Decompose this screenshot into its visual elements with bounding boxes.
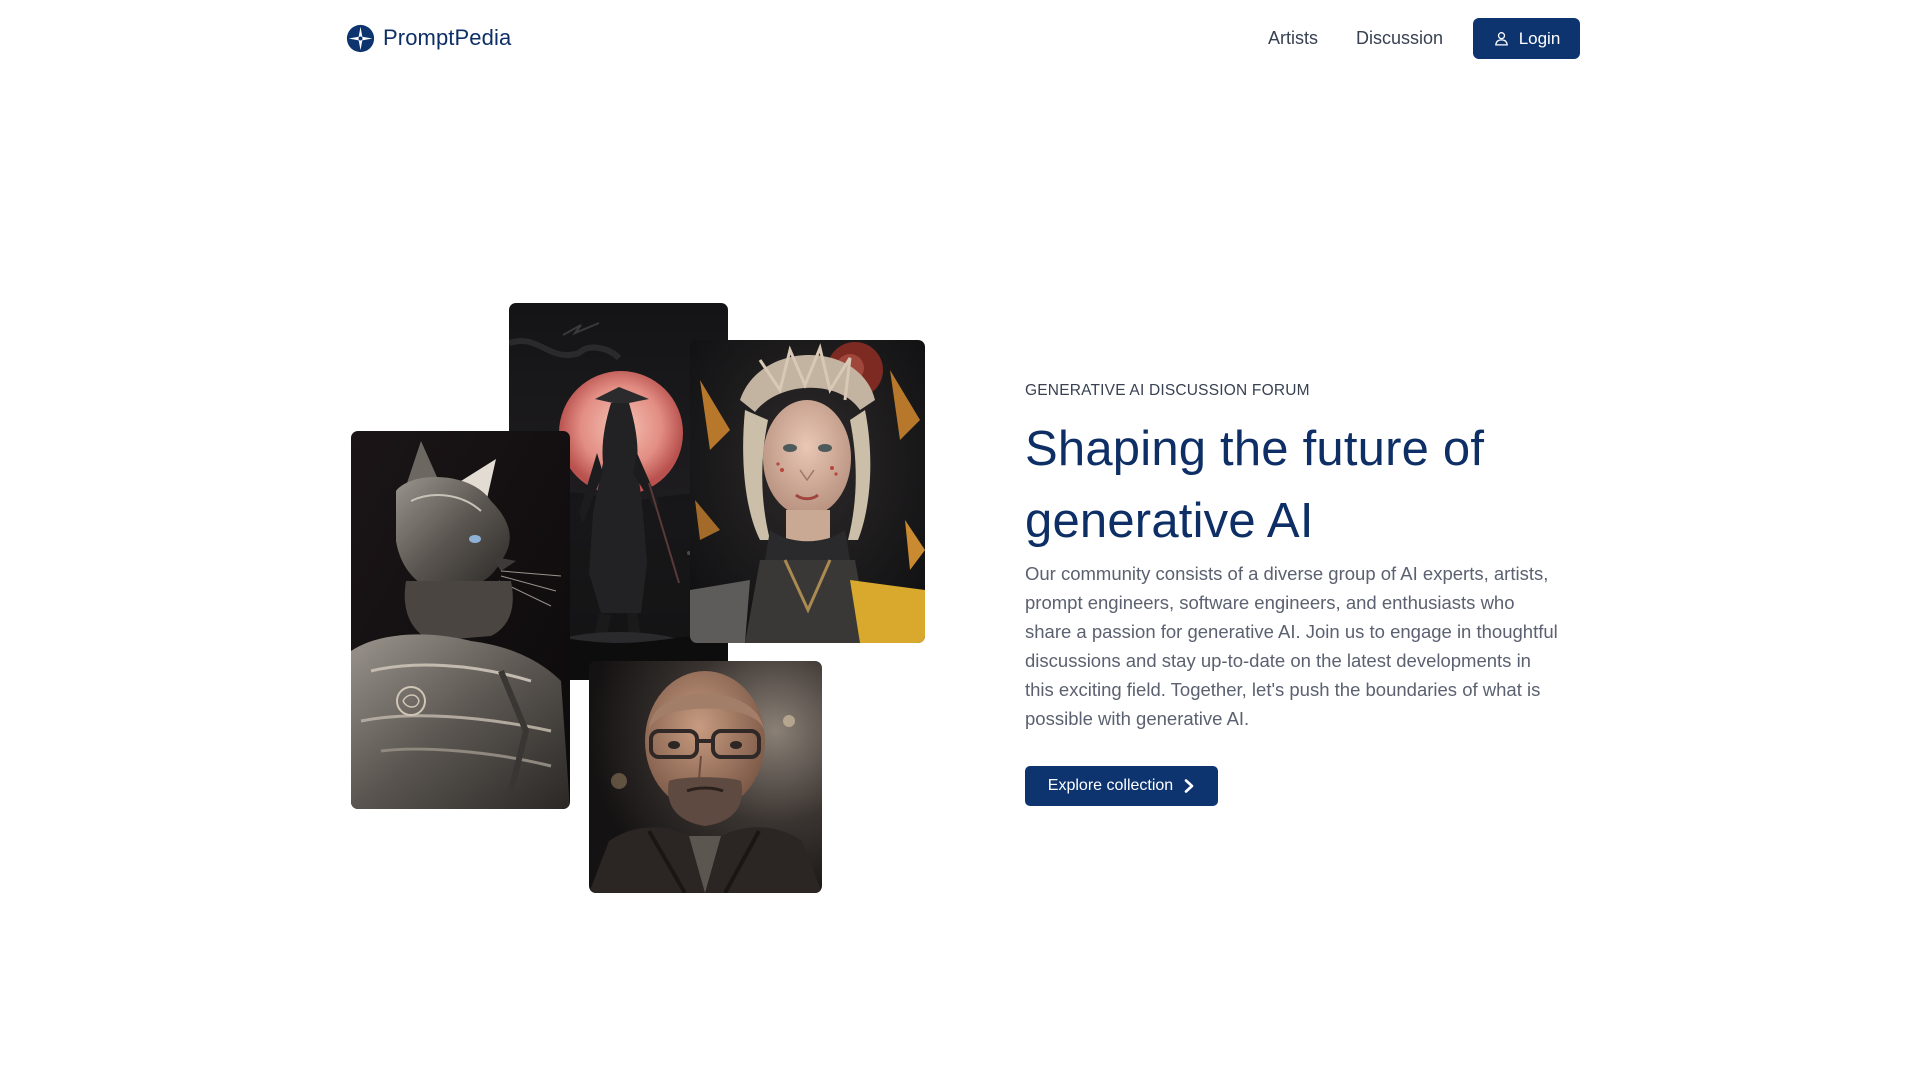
armored-cat-image[interactable]	[351, 431, 570, 809]
flower-crown-woman-artwork	[690, 340, 925, 643]
login-button[interactable]: Login	[1473, 18, 1580, 59]
explore-collection-label: Explore collection	[1047, 777, 1174, 794]
hero-section: GENERATIVE AI DISCUSSION FORUM Shaping t…	[1025, 382, 1565, 806]
login-label: Login	[1518, 28, 1561, 48]
explore-collection-button[interactable]: Explore collection	[1025, 766, 1218, 806]
bearded-man-image[interactable]	[589, 661, 822, 893]
main-nav: Artists Discussion Login	[1268, 18, 1580, 59]
bearded-man-portrait	[589, 661, 822, 893]
chevron-right-icon	[1184, 779, 1194, 793]
hero-description: Our community consists of a diverse grou…	[1025, 563, 1558, 729]
armored-cat-artwork	[351, 431, 570, 809]
nav-link-discussion[interactable]: Discussion	[1356, 28, 1443, 49]
nav-link-artists[interactable]: Artists	[1268, 28, 1318, 49]
hero-eyebrow: GENERATIVE AI DISCUSSION FORUM	[1025, 382, 1310, 399]
flower-crown-woman-image[interactable]	[690, 340, 925, 643]
hero-title: Shaping the future of generative AI	[1025, 422, 1485, 548]
user-icon	[1494, 32, 1508, 46]
artwork-gallery	[0, 0, 960, 1080]
